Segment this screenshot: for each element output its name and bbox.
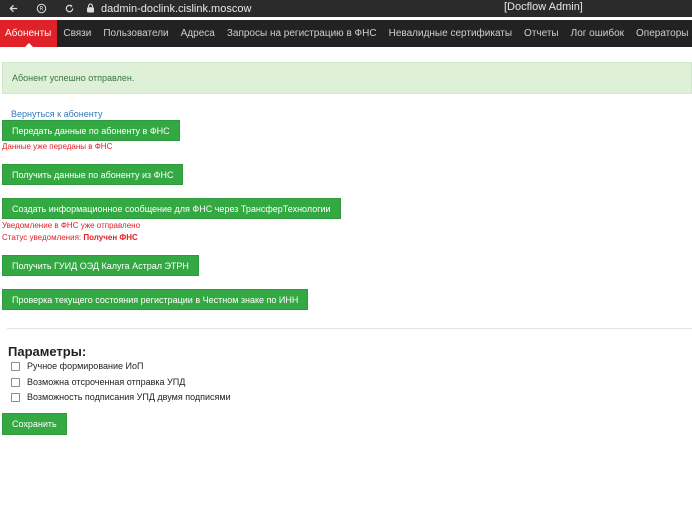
success-alert: Абонент успешно отправлен. bbox=[2, 62, 692, 94]
get-from-fns-button[interactable]: Получить данные по абоненту из ФНС bbox=[2, 164, 184, 185]
browser-toolbar: R dadmin-doclink.cislink.moscow [Docflow… bbox=[0, 0, 692, 17]
option-label: Возможна отсроченная отправка УПД bbox=[27, 377, 186, 387]
nav-item[interactable]: Абоненты bbox=[0, 20, 58, 47]
option-label: Ручное формирование ИоП bbox=[27, 361, 144, 371]
get-guid-button[interactable]: Получить ГУИД ОЭД Калуга Астрал ЭТРН bbox=[2, 255, 199, 276]
dual-signature-checkbox[interactable] bbox=[11, 392, 20, 402]
main-navbar: Абоненты Связи Пользователи Адреса Запросы н… bbox=[0, 20, 692, 47]
nav-item[interactable]: Связи bbox=[57, 20, 97, 47]
notice-status-value: Получен ФНС bbox=[83, 233, 138, 242]
nav-item[interactable]: Лог ошибок bbox=[565, 20, 630, 47]
deferred-upd-checkbox[interactable] bbox=[11, 377, 20, 387]
nav-item[interactable]: Адреса bbox=[175, 20, 221, 47]
alert-text: Абонент успешно отправлен. bbox=[12, 73, 135, 83]
notice-status: Статус уведомления: Получен ФНС bbox=[2, 233, 138, 242]
manual-iop-checkbox[interactable] bbox=[11, 361, 20, 371]
param-option-row[interactable]: Возможность подписания УПД двумя подпися… bbox=[11, 392, 231, 402]
back-arrow-icon[interactable] bbox=[5, 0, 21, 17]
address-bar[interactable]: dadmin-doclink.cislink.moscow bbox=[86, 0, 251, 17]
url-text: dadmin-doclink.cislink.moscow bbox=[101, 2, 252, 15]
svg-text:R: R bbox=[39, 6, 43, 13]
already-sent-note: Данные уже переданы в ФНС bbox=[2, 142, 113, 151]
option-label: Возможность подписания УПД двумя подпися… bbox=[27, 392, 231, 402]
back-to-subscriber-link[interactable]: Вернуться к абоненту bbox=[11, 109, 102, 119]
nav-item[interactable]: Невалидные сертификаты bbox=[383, 20, 518, 47]
lock-icon bbox=[86, 0, 95, 18]
reload-icon[interactable] bbox=[61, 0, 77, 17]
check-chz-registration-button[interactable]: Проверка текущего состояния регистрации … bbox=[2, 289, 309, 310]
save-button[interactable]: Сохранить bbox=[2, 413, 67, 435]
notice-sent-note: Уведомление в ФНС уже отправлено bbox=[2, 221, 141, 230]
nav-item[interactable]: Операторы ЭДО bbox=[630, 20, 692, 47]
params-title: Параметры: bbox=[8, 344, 87, 359]
nav-item[interactable]: Запросы на регистрацию в ФНС bbox=[221, 20, 383, 47]
send-to-fns-button[interactable]: Передать данные по абоненту в ФНС bbox=[2, 120, 180, 141]
create-info-message-button[interactable]: Создать информационное сообщение для ФНС… bbox=[2, 198, 341, 219]
param-option-row[interactable]: Возможна отсроченная отправка УПД bbox=[11, 377, 185, 387]
param-option-row[interactable]: Ручное формирование ИоП bbox=[11, 361, 143, 371]
window-title: [Docflow Admin] bbox=[504, 1, 583, 13]
nav-item[interactable]: Пользователи bbox=[97, 20, 174, 47]
notice-status-label: Статус уведомления: bbox=[2, 233, 82, 242]
nav-item[interactable]: Отчеты bbox=[518, 20, 565, 47]
section-divider bbox=[7, 328, 692, 329]
site-info-icon[interactable]: R bbox=[33, 0, 49, 17]
